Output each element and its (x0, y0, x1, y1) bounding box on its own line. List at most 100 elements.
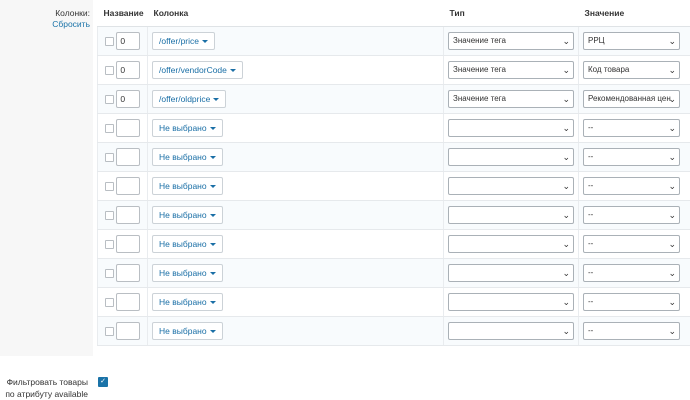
type-cell: Значение тега ⌄ (443, 55, 579, 85)
caret-down-icon (209, 156, 216, 160)
name-input[interactable]: 0 (116, 32, 141, 50)
column-dropdown-button[interactable]: /offer/oldprice (152, 90, 227, 108)
caret-down-icon (229, 69, 236, 73)
type-select[interactable]: ⌄ (448, 322, 574, 340)
chevron-down-icon: ⌄ (562, 297, 570, 307)
chevron-down-icon: ⌄ (562, 326, 570, 336)
value-select[interactable]: -- ⌄ (583, 119, 680, 137)
value-select[interactable]: Код товара ⌄ (583, 61, 680, 79)
chevron-down-icon: ⌄ (562, 181, 570, 191)
name-input[interactable] (116, 293, 141, 311)
type-select[interactable]: Значение тега ⌄ (448, 90, 574, 108)
column-dropdown-button[interactable]: Не выбрано (152, 293, 223, 311)
column-dropdown-button[interactable]: /offer/vendorCode (152, 61, 243, 79)
value-cell: -- ⌄ (578, 229, 690, 259)
row-checkbox[interactable] (105, 297, 114, 307)
column-dropdown-button[interactable]: Не выбрано (152, 235, 223, 253)
value-select-value: РРЦ (588, 36, 605, 45)
columns-label: Колонки: (55, 8, 90, 18)
value-select-value: -- (588, 210, 594, 219)
name-input[interactable] (116, 206, 141, 224)
type-cell: ⌄ (443, 316, 579, 346)
column-dropdown-button[interactable]: /offer/price (152, 32, 216, 50)
caret-down-icon (202, 40, 209, 44)
column-cell: Не выбрано (147, 316, 444, 346)
value-select[interactable]: РРЦ ⌄ (583, 32, 680, 50)
table-row: Не выбрано ⌄ -- ⌄ (97, 287, 690, 317)
row-checkbox[interactable] (105, 65, 114, 75)
value-select-value: -- (588, 123, 594, 132)
column-dropdown-button[interactable]: Не выбрано (152, 119, 223, 137)
type-select-value: Значение тега (453, 94, 506, 103)
type-select[interactable]: ⌄ (448, 148, 574, 166)
column-dropdown-button[interactable]: Не выбрано (152, 264, 223, 282)
column-cell: /offer/price (147, 26, 444, 56)
value-select[interactable]: -- ⌄ (583, 206, 680, 224)
name-input[interactable] (116, 119, 141, 137)
header-column: Колонка (147, 0, 444, 27)
row-checkbox[interactable] (105, 123, 114, 133)
row-checkbox[interactable] (105, 210, 114, 220)
name-input[interactable]: 0 (116, 61, 141, 79)
row-checkbox[interactable] (105, 239, 114, 249)
header-name: Название (97, 0, 148, 27)
row-checkbox[interactable] (105, 36, 114, 46)
column-dropdown-label: Не выбрано (159, 210, 207, 220)
name-input[interactable] (116, 235, 141, 253)
value-select[interactable]: -- ⌄ (583, 148, 680, 166)
type-cell: ⌄ (443, 113, 579, 143)
name-input[interactable] (116, 264, 141, 282)
value-select[interactable]: -- ⌄ (583, 264, 680, 282)
type-cell: Значение тега ⌄ (443, 84, 579, 114)
name-input[interactable] (116, 148, 141, 166)
type-select[interactable]: ⌄ (448, 206, 574, 224)
reset-columns-link[interactable]: Сбросить (52, 19, 90, 29)
value-cell: -- ⌄ (578, 171, 690, 201)
column-dropdown-label: /offer/oldprice (159, 94, 211, 104)
value-select-value: -- (588, 268, 594, 277)
value-select[interactable]: Рекомендованная цен ⌄ (583, 90, 680, 108)
name-input[interactable]: 0 (116, 90, 141, 108)
row-checkbox[interactable] (105, 152, 114, 162)
column-dropdown-label: Не выбрано (159, 123, 207, 133)
filter-available-checkbox[interactable]: ✓ (98, 377, 108, 387)
value-select[interactable]: -- ⌄ (583, 322, 680, 340)
value-select[interactable]: -- ⌄ (583, 235, 680, 253)
column-dropdown-button[interactable]: Не выбрано (152, 148, 223, 166)
name-input[interactable] (116, 322, 141, 340)
type-select[interactable]: ⌄ (448, 119, 574, 137)
table-row: Не выбрано ⌄ -- ⌄ (97, 229, 690, 259)
column-dropdown-button[interactable]: Не выбрано (152, 322, 223, 340)
name-input[interactable] (116, 177, 141, 195)
column-dropdown-label: Не выбрано (159, 181, 207, 191)
row-checkbox[interactable] (105, 181, 114, 191)
columns-label-panel: Колонки: Сбросить (0, 0, 93, 356)
type-select[interactable]: ⌄ (448, 264, 574, 282)
column-cell: Не выбрано (147, 258, 444, 288)
value-select[interactable]: -- ⌄ (583, 177, 680, 195)
type-select[interactable]: ⌄ (448, 293, 574, 311)
type-select[interactable]: Значение тега ⌄ (448, 32, 574, 50)
value-cell: -- ⌄ (578, 142, 690, 172)
type-cell: ⌄ (443, 287, 579, 317)
row-checkbox[interactable] (105, 94, 114, 104)
type-select[interactable]: ⌄ (448, 235, 574, 253)
type-cell: ⌄ (443, 142, 579, 172)
value-select[interactable]: -- ⌄ (583, 293, 680, 311)
caret-down-icon (213, 98, 220, 102)
value-cell: -- ⌄ (578, 200, 690, 230)
value-cell: Рекомендованная цен ⌄ (578, 84, 690, 114)
column-dropdown-button[interactable]: Не выбрано (152, 177, 223, 195)
row-checkbox[interactable] (105, 268, 114, 278)
value-select-value: -- (588, 297, 594, 306)
row-checkbox[interactable] (105, 326, 114, 336)
type-select[interactable]: ⌄ (448, 177, 574, 195)
column-dropdown-button[interactable]: Не выбрано (152, 206, 223, 224)
chevron-down-icon: ⌄ (562, 152, 570, 162)
type-select[interactable]: Значение тега ⌄ (448, 61, 574, 79)
header-value: Значение (578, 0, 690, 27)
chevron-down-icon: ⌄ (668, 65, 676, 75)
value-select-value: -- (588, 326, 594, 335)
columns-table: Название Колонка Тип Значение 0/offer/pr… (97, 0, 690, 346)
chevron-down-icon: ⌄ (562, 36, 570, 46)
